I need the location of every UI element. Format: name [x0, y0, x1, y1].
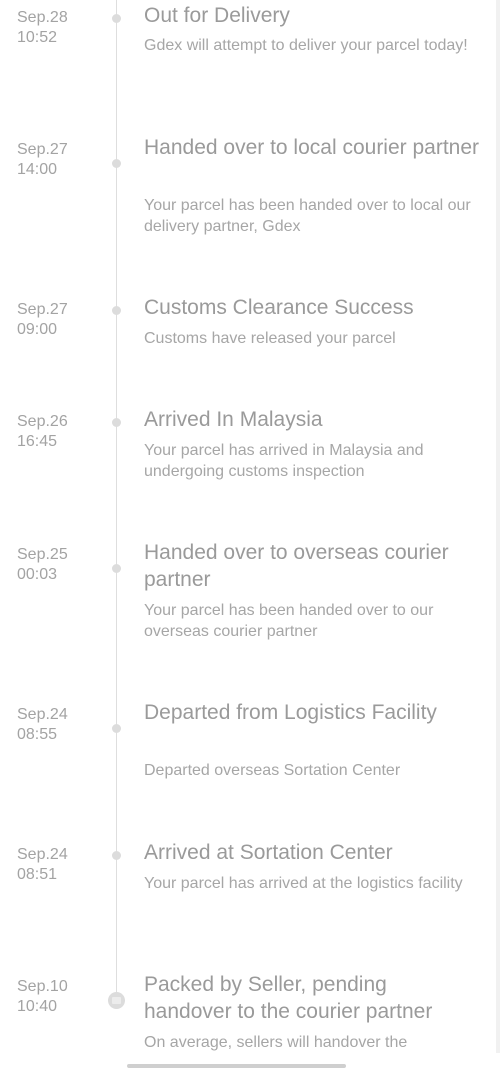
event-description: Your parcel has been handed over to our … — [144, 602, 434, 640]
event-title: Handed over to overseas courier partner — [144, 541, 449, 591]
event-timestamp: Sep.27 14:00 — [17, 140, 97, 180]
timeline-dot — [112, 564, 121, 573]
event-description: Your parcel has been handed over to loca… — [144, 197, 471, 235]
event-title: Customs Clearance Success — [144, 296, 414, 319]
event-description: Your parcel has arrived in Malaysia and … — [144, 442, 424, 480]
event-timestamp: Sep.27 09:00 — [17, 300, 97, 340]
event-description: Gdex will attempt to deliver your parcel… — [144, 37, 468, 54]
event-timestamp: Sep.10 10:40 — [17, 977, 97, 1017]
event-time: 09:00 — [17, 321, 58, 338]
event-description: Your parcel has arrived at the logistics… — [144, 875, 463, 892]
event-time: 00:03 — [17, 566, 58, 583]
event-description: Departed overseas Sortation Center — [144, 762, 401, 779]
event-date: Sep.24 — [17, 846, 68, 863]
event-time: 10:40 — [17, 998, 58, 1015]
event-title: Departed from Logistics Facility — [144, 701, 437, 724]
timeline-dot — [112, 724, 121, 733]
timeline-dot — [112, 159, 121, 168]
event-time: 08:51 — [17, 866, 58, 883]
event-time: 16:45 — [17, 433, 58, 450]
event-time: 14:00 — [17, 161, 58, 178]
home-gesture-handle[interactable] — [127, 1064, 346, 1068]
timeline-dot — [112, 306, 121, 315]
event-timestamp: Sep.25 00:03 — [17, 545, 97, 585]
event-description: On average, sellers will handover the — [144, 1034, 408, 1051]
event-title: Arrived In Malaysia — [144, 408, 323, 431]
event-date: Sep.10 — [17, 978, 68, 995]
event-title: Handed over to local courier partner — [144, 136, 480, 159]
package-icon — [108, 992, 125, 1009]
event-date: Sep.28 — [17, 9, 68, 26]
scroll-edge — [496, 0, 500, 1079]
event-title: Arrived at Sortation Center — [144, 841, 393, 864]
timeline-dot — [112, 418, 121, 427]
timeline-dot — [112, 14, 121, 23]
event-date: Sep.27 — [17, 301, 68, 318]
event-timestamp: Sep.24 08:55 — [17, 705, 97, 745]
event-date: Sep.24 — [17, 706, 68, 723]
system-navigation-bar — [0, 1053, 500, 1079]
event-timestamp: Sep.26 16:45 — [17, 412, 97, 452]
event-description: Customs have released your parcel — [144, 330, 396, 347]
event-date: Sep.27 — [17, 141, 68, 158]
event-title: Packed by Seller, pending handover to th… — [144, 973, 433, 1023]
event-time: 08:55 — [17, 726, 58, 743]
event-timestamp: Sep.24 08:51 — [17, 845, 97, 885]
event-timestamp: Sep.28 10:52 — [17, 8, 97, 48]
tracking-timeline-screen: Sep.28 10:52 Out for Delivery Gdex will … — [0, 0, 500, 1079]
event-title: Out for Delivery — [144, 4, 290, 27]
event-time: 10:52 — [17, 29, 58, 46]
event-date: Sep.25 — [17, 546, 68, 563]
timeline-dot — [112, 851, 121, 860]
event-date: Sep.26 — [17, 413, 68, 430]
